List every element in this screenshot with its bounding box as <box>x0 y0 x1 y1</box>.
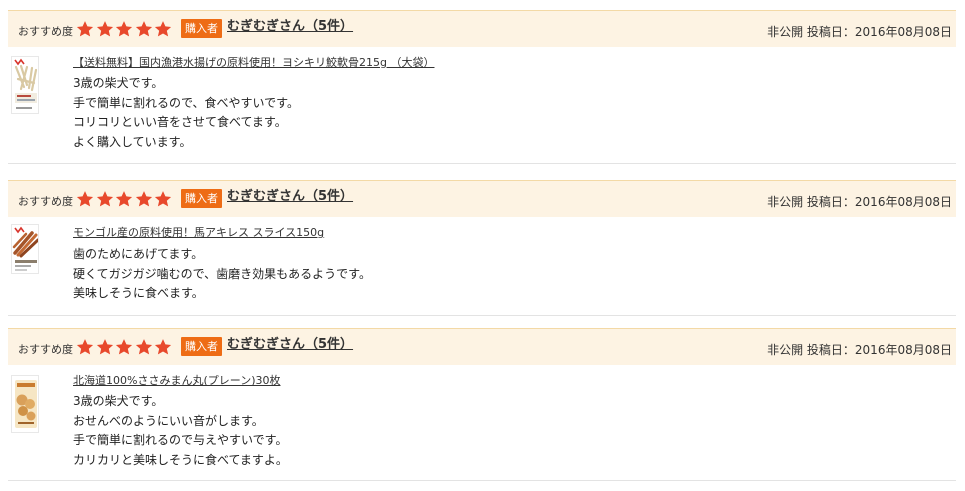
product-link[interactable]: モンゴル産の原料使用！馬アキレス スライス150g <box>73 224 324 240</box>
star-icon <box>135 338 155 356</box>
star-icon <box>154 190 174 208</box>
post-info: 非公開 投稿日：2016年08月08日 <box>767 25 952 39</box>
reviewer-name-link[interactable]: むぎむぎさん（5件） <box>227 185 353 204</box>
dried-fish-snack-icon <box>12 57 38 113</box>
review-line: 3歳の柴犬です。 <box>73 394 164 408</box>
reviewer-name-link[interactable]: むぎむぎさん（5件） <box>227 333 353 352</box>
star-icon <box>76 190 96 208</box>
review-header: おすすめ度 購入者 むぎむぎさん（5件） 非公開 投稿日：2016年08月08日 <box>8 328 956 365</box>
star-icon <box>115 190 135 208</box>
buyer-badge: 購入者 <box>181 189 222 208</box>
buyer-badge: 購入者 <box>181 337 222 356</box>
star-icon <box>135 190 155 208</box>
review-body: 3歳の柴犬です。 手で簡単に割れるので、食べやすいです。 コリコリといい音をさせ… <box>73 74 299 152</box>
review-divider <box>8 163 956 164</box>
star-icon <box>96 20 116 38</box>
star-icon <box>154 20 174 38</box>
review-body: 3歳の柴犬です。 おせんべのようにいい音がします。 手で簡単に割れるので与えやす… <box>73 392 288 470</box>
recommend-label: おすすめ度 <box>18 25 73 38</box>
star-icon <box>154 338 174 356</box>
star-rating <box>76 20 174 38</box>
recommend-label: おすすめ度 <box>18 195 73 208</box>
product-thumbnail[interactable] <box>11 56 39 114</box>
review-divider <box>8 480 956 481</box>
product-link[interactable]: 北海道100%ささみまん丸(プレーン)30枚 <box>73 372 280 388</box>
star-rating <box>76 338 174 356</box>
review-line: コリコリといい音をさせて食べてます。 <box>73 115 287 129</box>
star-icon <box>76 338 96 356</box>
review-line: 歯のためにあげてます。 <box>73 247 204 261</box>
review-line: 手で簡単に割れるので、食べやすいです。 <box>73 95 299 110</box>
review-body: 歯のためにあげてます。 硬くてガジガジ噛むので、歯磨き効果もあるようです。 美味… <box>73 245 371 304</box>
product-link[interactable]: 【送料無料】国内漁港水揚げの原料使用！ヨシキリ鮫軟骨215g （大袋） <box>73 54 434 70</box>
review-header: おすすめ度 購入者 むぎむぎさん（5件） 非公開 投稿日：2016年08月08日 <box>8 10 956 47</box>
star-icon <box>96 338 116 356</box>
reviewer-name-link[interactable]: むぎむぎさん（5件） <box>227 15 353 34</box>
product-thumbnail[interactable] <box>11 375 39 433</box>
star-icon <box>115 20 135 38</box>
recommend-label: おすすめ度 <box>18 343 73 356</box>
review-line: 美味しそうに食べます。 <box>73 286 204 300</box>
review-line: カリカリと美味しそうに食べてますよ。 <box>73 452 288 467</box>
star-rating <box>76 190 174 208</box>
star-icon <box>135 20 155 38</box>
star-icon <box>96 190 116 208</box>
review-header: おすすめ度 購入者 むぎむぎさん（5件） 非公開 投稿日：2016年08月08日 <box>8 180 956 217</box>
post-info: 非公開 投稿日：2016年08月08日 <box>767 195 952 209</box>
review-line: 3歳の柴犬です。 <box>73 76 164 90</box>
post-info: 非公開 投稿日：2016年08月08日 <box>767 343 952 357</box>
review-line: よく購入しています。 <box>73 134 192 149</box>
review-line: おせんべのようにいい音がします。 <box>73 413 264 428</box>
horse-tendon-snack-icon <box>12 225 38 273</box>
star-icon <box>115 338 135 356</box>
review-line: 手で簡単に割れるので与えやすいです。 <box>73 433 288 447</box>
review-line: 硬くてガジガジ噛むので、歯磨き効果もあるようです。 <box>73 266 371 281</box>
product-thumbnail[interactable] <box>11 224 39 274</box>
review-divider <box>8 315 956 316</box>
buyer-badge: 購入者 <box>181 19 222 38</box>
chicken-chip-snack-icon <box>12 376 38 432</box>
star-icon <box>76 20 96 38</box>
